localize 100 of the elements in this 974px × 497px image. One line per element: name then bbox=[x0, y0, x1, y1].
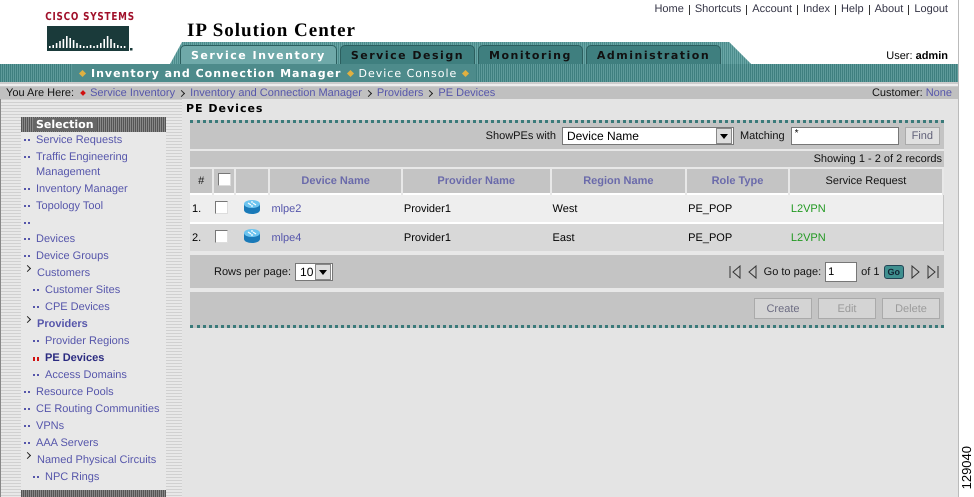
router-icon bbox=[243, 228, 262, 244]
bullet-icon bbox=[33, 373, 41, 379]
user-label: User: admin bbox=[886, 50, 948, 64]
filter-select[interactable]: Device Name bbox=[562, 127, 734, 145]
header-link[interactable]: Shortcuts bbox=[694, 3, 742, 42]
bullet-icon bbox=[80, 90, 86, 96]
header-link[interactable]: Account bbox=[752, 3, 792, 42]
matching-field[interactable]: * bbox=[790, 127, 899, 145]
service-link[interactable]: L2VPN bbox=[790, 202, 826, 214]
bullet-icon bbox=[24, 254, 32, 260]
filter-label: ShowPEs with bbox=[486, 130, 556, 142]
subnav-link[interactable]: Device Console bbox=[358, 66, 458, 80]
sidebar-item[interactable]: Customer Sites bbox=[21, 282, 166, 299]
rows-select[interactable]: 10 bbox=[295, 263, 334, 281]
sidebar-item[interactable]: Service Requests bbox=[21, 132, 166, 149]
column-header: Service Request bbox=[788, 169, 943, 194]
first-page-icon[interactable] bbox=[728, 265, 742, 279]
sidebar-item[interactable]: Provider Regions bbox=[21, 333, 166, 350]
sidebar-item[interactable]: Inventory Manager bbox=[21, 181, 166, 198]
header-link[interactable]: Index bbox=[803, 3, 830, 42]
page-field[interactable]: 1 bbox=[825, 262, 858, 282]
sidebar-item[interactable]: CPE Devices bbox=[21, 299, 166, 316]
column-header[interactable]: Role Type bbox=[686, 169, 789, 194]
customer-link[interactable]: None bbox=[926, 87, 952, 99]
nav-tab[interactable]: Administration bbox=[586, 45, 722, 64]
find-button[interactable]: Find bbox=[904, 127, 940, 145]
bullet-icon bbox=[24, 390, 32, 396]
column-header[interactable]: Region Name bbox=[550, 169, 686, 194]
action-button[interactable]: Create bbox=[754, 298, 812, 319]
column-header: # bbox=[190, 169, 214, 194]
sidebar-item[interactable]: Customers bbox=[21, 265, 166, 282]
matching-label: Matching bbox=[740, 130, 785, 142]
bullet-icon bbox=[24, 237, 32, 243]
header-link[interactable]: Help bbox=[840, 3, 864, 42]
bullet-icon bbox=[24, 204, 32, 210]
app-title: IP Solution Center bbox=[187, 20, 356, 42]
bullet-icon bbox=[33, 339, 41, 345]
logo-icon bbox=[47, 26, 133, 52]
rows-per-page-label: Rows per page: bbox=[214, 266, 292, 278]
row-checkbox[interactable] bbox=[215, 200, 228, 214]
sidebar-item[interactable]: Topology Tool bbox=[21, 198, 166, 215]
nav-tab[interactable]: Service Inventory bbox=[180, 45, 337, 64]
sidebar-item[interactable]: Providers bbox=[21, 316, 166, 333]
breadcrumb-link[interactable]: Inventory and Connection Manager bbox=[190, 87, 362, 99]
table-cell: Provider1 bbox=[402, 194, 551, 223]
bullet-icon bbox=[24, 138, 32, 144]
select-all-checkbox[interactable] bbox=[218, 173, 231, 186]
goto-label: Go to page: bbox=[764, 266, 822, 278]
go-button[interactable]: Go bbox=[884, 265, 904, 279]
sidebar-item[interactable]: Named Physical Circuits bbox=[21, 452, 166, 469]
page-count: of 1 bbox=[861, 266, 880, 278]
sidebar-item[interactable]: CE Routing Communities bbox=[21, 401, 166, 418]
company-name: CISCO SYSTEMS bbox=[45, 10, 135, 23]
bullet-icon bbox=[24, 424, 32, 430]
table-cell: PE_POP bbox=[686, 223, 789, 251]
device-link[interactable]: mlpe4 bbox=[271, 232, 302, 244]
sidebar-item[interactable]: Access Domains bbox=[21, 367, 166, 384]
page-title: PE Devices bbox=[186, 102, 264, 115]
header-link[interactable]: Logout bbox=[914, 3, 948, 42]
bullet-icon bbox=[33, 475, 41, 481]
bullet-icon bbox=[33, 305, 41, 311]
last-page-icon[interactable] bbox=[926, 265, 940, 279]
table-cell: PE_POP bbox=[686, 194, 789, 223]
sidebar-item[interactable]: AAA Servers bbox=[21, 435, 166, 452]
customer-label: Customer: bbox=[872, 87, 923, 99]
table-cell: West bbox=[550, 194, 686, 223]
bullet-icon bbox=[24, 155, 32, 161]
bullet-icon bbox=[24, 187, 32, 193]
panel-title: Selection bbox=[33, 118, 97, 131]
sidebar-item[interactable]: VPNs bbox=[21, 418, 166, 435]
sidebar-item[interactable]: NPC Rings bbox=[21, 469, 166, 486]
device-link[interactable]: mlpe2 bbox=[271, 202, 302, 214]
figure-number: 129040 bbox=[960, 446, 974, 489]
row-number: 1. bbox=[190, 194, 214, 223]
nav-tab[interactable]: Monitoring bbox=[478, 45, 583, 64]
breadcrumb-link[interactable]: PE Devices bbox=[438, 87, 496, 99]
sidebar-item[interactable]: Devices bbox=[21, 231, 166, 248]
subnav-link[interactable]: Inventory and Connection Manager bbox=[91, 66, 342, 80]
breadcrumb-link[interactable]: Providers bbox=[376, 87, 424, 99]
router-icon bbox=[243, 199, 262, 215]
row-number: 2. bbox=[190, 223, 214, 251]
bullet-icon bbox=[33, 288, 41, 294]
sidebar-item[interactable]: Resource Pools bbox=[21, 384, 166, 401]
column-header[interactable]: Provider Name bbox=[402, 169, 551, 194]
bullet-icon bbox=[24, 407, 32, 413]
records-summary: Showing 1 - 2 of 2 records bbox=[814, 153, 942, 165]
nav-tab[interactable]: Service Design bbox=[340, 45, 476, 64]
header-link[interactable]: Home bbox=[654, 3, 684, 42]
column-header[interactable]: Device Name bbox=[269, 169, 402, 194]
breadcrumb-label: You Are Here: bbox=[6, 87, 74, 99]
table-cell: East bbox=[550, 223, 686, 251]
sidebar-item[interactable]: Traffic Engineering Management bbox=[21, 149, 166, 181]
sidebar-item[interactable]: Device Groups bbox=[21, 248, 166, 265]
bullet-icon bbox=[33, 356, 41, 362]
table-cell: Provider1 bbox=[402, 223, 551, 251]
sidebar-item[interactable]: PE Devices bbox=[21, 350, 166, 367]
header-link[interactable]: About bbox=[874, 3, 904, 42]
row-checkbox[interactable] bbox=[215, 230, 228, 242]
breadcrumb-link[interactable]: Service Inventory bbox=[90, 87, 176, 99]
bullet-icon bbox=[24, 441, 32, 447]
